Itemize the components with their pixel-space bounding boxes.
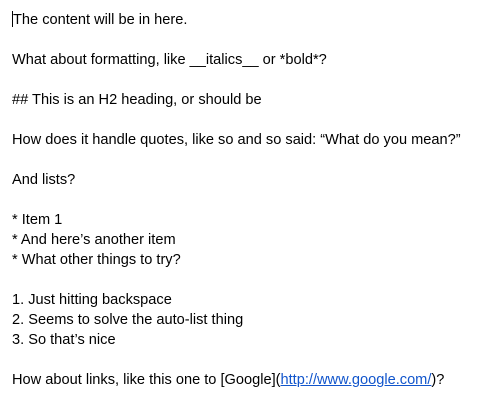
- bullet-item: * And here’s another item: [12, 232, 176, 248]
- paragraph: How about links, like this one to [Googl…: [12, 370, 484, 390]
- document-body[interactable]: The content will be in here. What about …: [12, 10, 484, 390]
- paragraph: The content will be in here.: [12, 10, 484, 30]
- bullet-item: * What other things to try?: [12, 252, 181, 268]
- numbered-item: 1. Just hitting backspace: [12, 292, 172, 308]
- paragraph-text: The content will be in here.: [13, 12, 188, 28]
- paragraph: And lists?: [12, 172, 76, 188]
- paragraph: ## This is an H2 heading, or should be: [12, 92, 262, 108]
- paragraph-text: )?: [431, 372, 445, 388]
- paragraph: What about formatting, like __italics__ …: [12, 52, 327, 68]
- bullet-item: * Item 1: [12, 212, 63, 228]
- paragraph-text: How about links, like this one to [Googl…: [12, 372, 281, 388]
- numbered-item: 3. So that’s nice: [12, 332, 116, 348]
- google-link[interactable]: http://www.google.com/: [281, 372, 432, 388]
- numbered-item: 2. Seems to solve the auto-list thing: [12, 312, 244, 328]
- paragraph: How does it handle quotes, like so and s…: [12, 132, 461, 148]
